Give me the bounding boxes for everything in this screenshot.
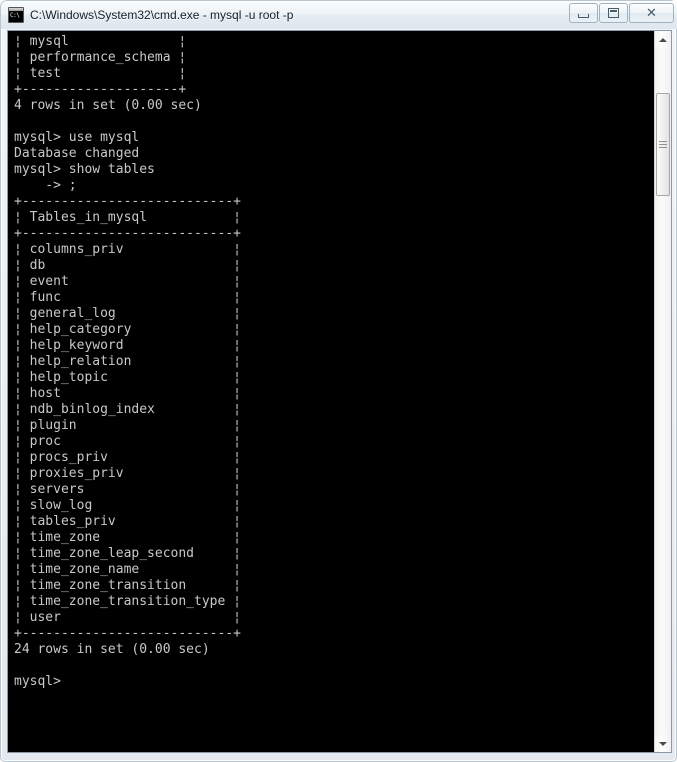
terminal-line: ¦ time_zone ¦ bbox=[14, 530, 241, 545]
terminal-line: ¦ user ¦ bbox=[14, 610, 241, 625]
terminal-line: Database changed bbox=[14, 146, 140, 161]
terminal-line: ¦ help_topic ¦ bbox=[14, 370, 241, 385]
terminal-line: ¦ plugin ¦ bbox=[14, 418, 241, 433]
scrollbar-grip-icon bbox=[659, 141, 667, 148]
terminal-line: mysql> bbox=[14, 674, 61, 689]
terminal-line: +--------------------+ bbox=[14, 82, 187, 97]
terminal-line: +---------------------------+ bbox=[14, 226, 241, 241]
caption-buttons: ✕ bbox=[569, 3, 674, 23]
terminal-line: ¦ func ¦ bbox=[14, 290, 241, 305]
terminal-line: ¦ time_zone_name ¦ bbox=[14, 562, 241, 577]
maximize-button[interactable] bbox=[599, 3, 628, 23]
vertical-scrollbar[interactable] bbox=[654, 31, 671, 752]
console-window: C:\ C:\Windows\System32\cmd.exe - mysql … bbox=[0, 0, 677, 762]
terminal-line: ¦ Tables_in_mysql ¦ bbox=[14, 210, 241, 225]
terminal-line: ¦ slow_log ¦ bbox=[14, 498, 241, 513]
scroll-down-button[interactable] bbox=[655, 735, 671, 752]
terminal-line: +---------------------------+ bbox=[14, 626, 241, 641]
terminal-line: ¦ procs_priv ¦ bbox=[14, 450, 241, 465]
terminal-line: ¦ proxies_priv ¦ bbox=[14, 466, 241, 481]
maximize-icon bbox=[608, 8, 619, 18]
terminal-line: ¦ performance_schema ¦ bbox=[14, 50, 187, 65]
terminal-line: ¦ event ¦ bbox=[14, 274, 241, 289]
terminal-line: ¦ servers ¦ bbox=[14, 482, 241, 497]
scroll-up-button[interactable] bbox=[655, 31, 671, 48]
cmd-console-icon: C:\ bbox=[8, 7, 24, 23]
scrollbar-thumb[interactable] bbox=[656, 93, 670, 196]
terminal-line: ¦ help_keyword ¦ bbox=[14, 338, 241, 353]
scroll-up-arrow-icon bbox=[659, 37, 667, 42]
minimize-icon bbox=[578, 13, 589, 18]
terminal-line: ¦ db ¦ bbox=[14, 258, 241, 273]
terminal-line: ¦ time_zone_transition ¦ bbox=[14, 578, 241, 593]
terminal-line: mysql> show tables bbox=[14, 162, 155, 177]
minimize-button[interactable] bbox=[569, 3, 598, 23]
terminal-line: 24 rows in set (0.00 sec) bbox=[14, 642, 210, 657]
terminal-line: 4 rows in set (0.00 sec) bbox=[14, 98, 202, 113]
terminal-line: -> ; bbox=[14, 178, 77, 193]
icon-title-strip bbox=[9, 8, 23, 11]
terminal-line: ¦ time_zone_leap_second ¦ bbox=[14, 546, 241, 561]
terminal-line: ¦ test ¦ bbox=[14, 66, 187, 81]
terminal-line: ¦ help_relation ¦ bbox=[14, 354, 241, 369]
terminal-line: ¦ host ¦ bbox=[14, 386, 241, 401]
terminal-line: ¦ mysql ¦ bbox=[14, 34, 187, 49]
scroll-down-arrow-icon bbox=[659, 741, 667, 746]
terminal-line: ¦ proc ¦ bbox=[14, 434, 241, 449]
terminal-line: ¦ time_zone_transition_type ¦ bbox=[14, 594, 241, 609]
terminal-line: ¦ help_category ¦ bbox=[14, 322, 241, 337]
terminal-line: ¦ tables_priv ¦ bbox=[14, 514, 241, 529]
terminal-line: ¦ ndb_binlog_index ¦ bbox=[14, 402, 241, 417]
console-screen[interactable]: ¦ mysql ¦ ¦ performance_schema ¦ ¦ test ¦ +… bbox=[8, 31, 655, 752]
close-icon: ✕ bbox=[646, 5, 657, 21]
title-bar[interactable]: C:\ C:\Windows\System32\cmd.exe - mysql … bbox=[1, 1, 677, 29]
terminal-output: ¦ mysql ¦ ¦ performance_schema ¦ ¦ test ¦ +… bbox=[14, 34, 241, 690]
terminal-line: mysql> use mysql bbox=[14, 130, 140, 145]
window-title: C:\Windows\System32\cmd.exe - mysql -u r… bbox=[30, 8, 294, 22]
terminal-line: ¦ columns_priv ¦ bbox=[14, 242, 241, 257]
close-button[interactable]: ✕ bbox=[629, 3, 674, 23]
console-client-area: ¦ mysql ¦ ¦ performance_schema ¦ ¦ test ¦ +… bbox=[7, 30, 672, 753]
terminal-line: +---------------------------+ bbox=[14, 194, 241, 209]
icon-prompt-text: C:\ bbox=[10, 12, 20, 19]
terminal-line: ¦ general_log ¦ bbox=[14, 306, 241, 321]
